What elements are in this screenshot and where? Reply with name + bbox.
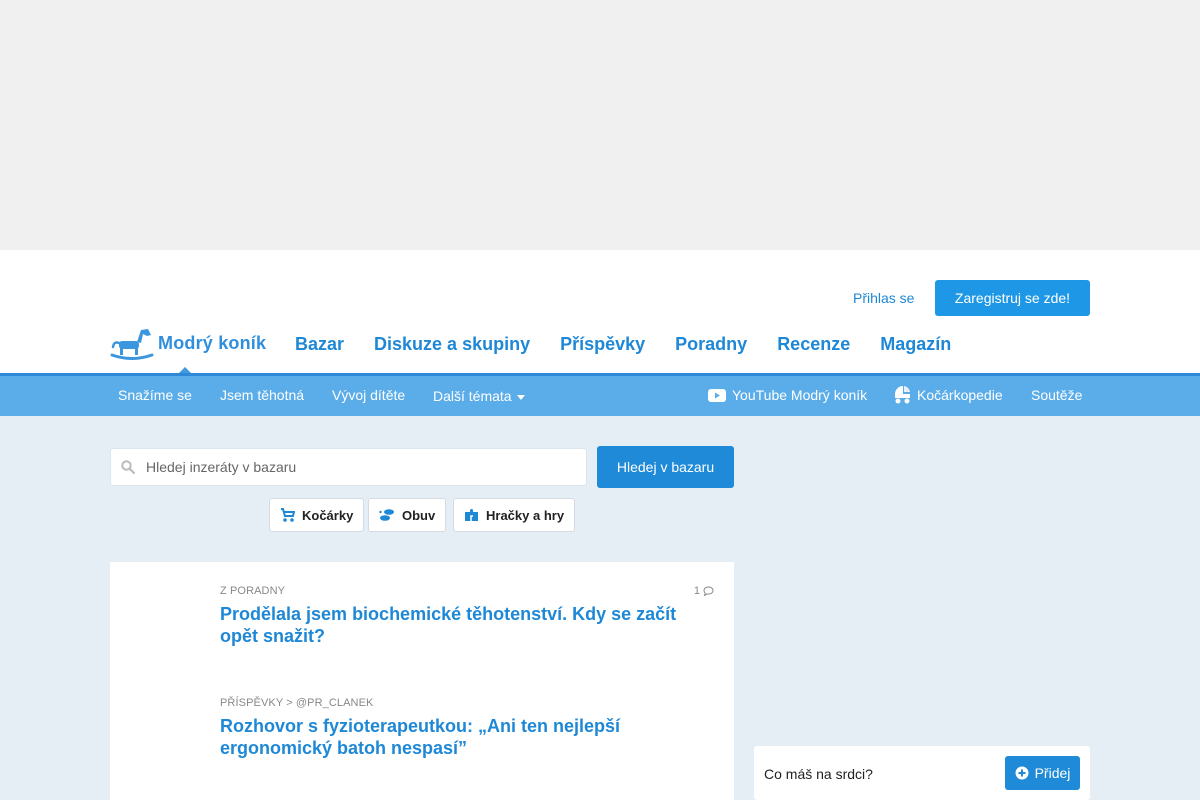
topic-dalsi-temata[interactable]: Další témata [433,388,525,404]
category-label: Hračky a hry [486,507,565,523]
category-label: Kočárky [302,507,354,523]
feed-item[interactable]: PŘÍSPĚVKY > @PR_CLANEK Rozhovor s fyziot… [220,697,714,759]
nav-diskuze[interactable]: Diskuze a skupiny [374,334,530,355]
new-post-prompt[interactable]: Co máš na srdci? [764,766,873,782]
register-button[interactable]: Zaregistruj se zde! [935,280,1090,316]
category-obuv[interactable]: Obuv [368,498,447,532]
stroller-icon [895,386,910,404]
feed-item-meta[interactable]: PŘÍSPĚVKY > @PR_CLANEK [220,697,714,709]
topic-souteze[interactable]: Soutěže [1031,387,1082,403]
topic-snazime-se[interactable]: Snažíme se [118,387,192,403]
dalsi-temata-label: Další témata [433,388,512,404]
search-icon [121,460,135,474]
category-kocarky[interactable]: Kočárky [269,498,365,532]
logo-text: Modrý koník [158,332,267,353]
topic-youtube[interactable]: YouTube Modrý koník [708,387,867,403]
feed-item[interactable]: Z PORADNY 1 Prodělala jsem biochemické t… [220,585,714,647]
comment-count-value: 1 [693,585,700,597]
search-input[interactable] [146,449,576,485]
rocking-horse-icon [110,329,154,360]
nav-recenze[interactable]: Recenze [777,334,850,355]
category-label: Obuv [402,507,436,523]
new-post-box: Co máš na srdci? Přidej [754,746,1090,800]
topic-nav: Snažíme se Jsem těhotná Vývoj dítěte Dal… [0,373,1200,416]
youtube-label: YouTube Modrý koník [732,387,868,403]
add-post-button[interactable]: Přidej [1005,756,1080,790]
ad-banner-area [0,0,1200,250]
stroller-icon [281,508,295,522]
topic-jsem-tehotna[interactable]: Jsem těhotná [220,387,304,403]
comment-icon [703,586,714,596]
chevron-down-icon [516,394,525,400]
nav-prispevky[interactable]: Příspěvky [560,334,645,355]
topic-vyvoj-ditete[interactable]: Vývoj dítěte [332,387,405,403]
feed-item-title[interactable]: Rozhovor s fyzioterapeutkou: „Ani ten ne… [220,715,714,759]
site-logo[interactable]: Modrý koník [110,325,267,375]
topic-kocarkopedie[interactable]: Kočárkopedie [894,385,1003,404]
bazar-search-box [110,448,587,486]
feed-item-title[interactable]: Prodělala jsem biochemické těhotenství. … [220,603,714,647]
nav-magazin[interactable]: Magazín [880,334,951,355]
comment-count[interactable]: 1 [694,585,714,597]
nav-poradny[interactable]: Poradny [675,334,747,355]
kocarkopedie-label: Kočárkopedie [917,386,1003,403]
add-post-label: Přidej [1034,765,1071,781]
feed-item-meta[interactable]: Z PORADNY [220,585,714,597]
search-button[interactable]: Hledej v bazaru [597,446,734,488]
main-nav: Bazar Diskuze a skupiny Příspěvky Poradn… [295,334,951,355]
youtube-icon [708,388,726,402]
plus-circle-icon [1015,766,1029,780]
footprints-icon [379,509,394,521]
login-link[interactable]: Přihlas se [853,290,914,306]
category-hracky-a-hry[interactable]: Hračky a hry [453,498,576,532]
puzzle-icon [465,508,478,521]
site-header: Přihlas se Zaregistruj se zde! Modrý kon… [0,250,1200,375]
content-feed: Z PORADNY 1 Prodělala jsem biochemické t… [110,562,734,800]
nav-bazar[interactable]: Bazar [295,334,344,355]
